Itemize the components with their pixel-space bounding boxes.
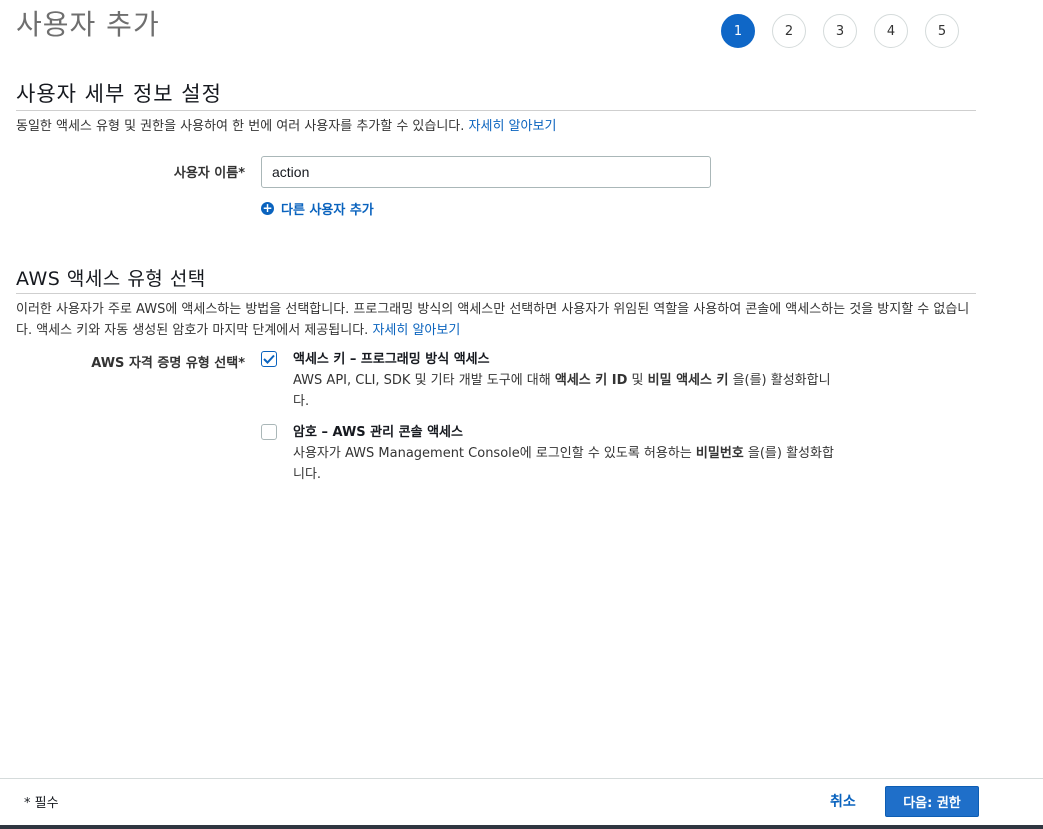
password-checkbox[interactable]	[261, 424, 277, 440]
add-user-page: 사용자 추가 1 2 3 4 5 사용자 세부 정보 설정 동일한 액세스 유형…	[0, 0, 1043, 829]
access-key-title: 액세스 키 – 프로그래밍 방식 액세스	[293, 352, 490, 367]
step-5[interactable]: 5	[925, 14, 959, 48]
step-4[interactable]: 4	[874, 14, 908, 48]
add-another-user-label: 다른 사용자 추가	[281, 203, 374, 218]
checkmark-icon	[263, 354, 275, 364]
access-key-id-term: 액세스 키 ID	[554, 373, 628, 388]
wizard-steps: 1 2 3 4 5	[721, 14, 976, 48]
step-2[interactable]: 2	[772, 14, 806, 48]
access-key-checkbox[interactable]	[261, 351, 277, 367]
learn-more-link[interactable]: 자세히 알아보기	[469, 119, 557, 134]
desc-part: 및	[627, 373, 648, 388]
username-label: 사용자 이름*	[173, 166, 245, 181]
desc-part: 사용자가 AWS Management Console에 로그인할 수 있도록 …	[293, 446, 696, 461]
description-text: 동일한 액세스 유형 및 권한을 사용하여 한 번에 여러 사용자를 추가할 수…	[16, 119, 465, 134]
description-text: 이러한 사용자가 주로 AWS에 액세스하는 방법을 선택합니다. 프로그래밍 …	[16, 302, 970, 338]
secret-access-key-term: 비밀 액세스 키	[647, 373, 729, 388]
footer-divider	[0, 778, 1043, 779]
desc-part: AWS API, CLI, SDK 및 기타 개발 도구에 대해	[293, 373, 555, 388]
access-key-description: AWS API, CLI, SDK 및 기타 개발 도구에 대해 액세스 키 I…	[293, 370, 838, 412]
password-description: 사용자가 AWS Management Console에 로그인할 수 있도록 …	[293, 443, 838, 485]
username-input[interactable]	[261, 156, 711, 188]
password-text: 암호 – AWS 관리 콘솔 액세스 사용자가 AWS Management C…	[293, 422, 838, 485]
step-3[interactable]: 3	[823, 14, 857, 48]
user-details-title: 사용자 세부 정보 설정	[16, 82, 222, 106]
user-details-description: 동일한 액세스 유형 및 권한을 사용하여 한 번에 여러 사용자를 추가할 수…	[16, 116, 976, 137]
access-key-text: 액세스 키 – 프로그래밍 방식 액세스 AWS API, CLI, SDK 및…	[293, 349, 838, 412]
option-access-key: 액세스 키 – 프로그래밍 방식 액세스 AWS API, CLI, SDK 및…	[261, 349, 838, 412]
learn-more-link[interactable]: 자세히 알아보기	[372, 323, 460, 338]
password-title: 암호 – AWS 관리 콘솔 액세스	[293, 425, 463, 440]
password-term: 비밀번호	[695, 446, 744, 461]
plus-circle-icon: +	[261, 201, 274, 215]
add-another-user-button[interactable]: + 다른 사용자 추가	[261, 199, 374, 218]
next-permissions-button[interactable]: 다음: 권한	[885, 786, 979, 817]
bottom-bar	[0, 825, 1043, 829]
page-title: 사용자 추가	[16, 8, 160, 41]
access-type-description: 이러한 사용자가 주로 AWS에 액세스하는 방법을 선택합니다. 프로그래밍 …	[16, 299, 976, 341]
section-divider	[16, 110, 976, 111]
option-password: 암호 – AWS 관리 콘솔 액세스 사용자가 AWS Management C…	[261, 422, 838, 485]
credential-type-label: AWS 자격 증명 유형 선택*	[91, 356, 245, 371]
cancel-button[interactable]: 취소	[830, 791, 856, 811]
required-note: * 필수	[24, 796, 59, 811]
section-divider	[16, 293, 976, 294]
step-1[interactable]: 1	[721, 14, 755, 48]
access-type-title: AWS 액세스 유형 선택	[16, 268, 206, 290]
